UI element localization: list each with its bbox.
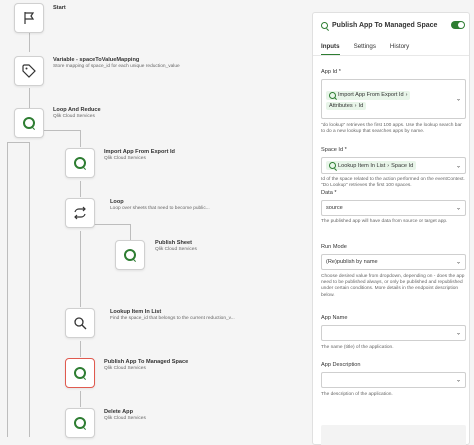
chevron-right-icon: › (354, 102, 357, 109)
chevron-down-icon[interactable]: ⌄ (456, 162, 461, 169)
delete-app-subtitle: Qlik Cloud Services (104, 416, 146, 421)
panel-title: Publish App To Managed Space (332, 22, 438, 29)
run-mode-select-value: (Re)publish by name (326, 259, 378, 265)
qlik-icon (23, 117, 35, 129)
app-name-label: App Name (321, 315, 348, 321)
tab-settings[interactable]: Settings (354, 43, 376, 55)
space-id-chip-text: Lookup Item In List (338, 162, 386, 169)
app-description-label: App Description (321, 362, 361, 368)
run-mode-select[interactable]: (Re)publish by name ⌄ (321, 254, 466, 270)
connector (80, 181, 81, 197)
data-select[interactable]: source ⌄ (321, 200, 466, 216)
variable-node[interactable] (14, 56, 44, 86)
space-id-chip: Lookup Item In List › Space Id (326, 161, 417, 170)
panel-header: Publish App To Managed Space (321, 22, 437, 29)
chevron-down-icon[interactable]: ⌄ (456, 330, 461, 337)
chevron-down-icon[interactable]: ⌄ (456, 259, 461, 266)
space-id-help: Id of the space related to the action pe… (321, 177, 465, 189)
loop-node[interactable] (65, 198, 95, 228)
loop-reduce-node[interactable] (14, 108, 44, 138)
app-name-select[interactable]: ⌄ (321, 325, 466, 341)
app-id-field[interactable]: Import App From Export Id › Attributes ›… (321, 79, 466, 119)
run-mode-help: Choose desired value from dropdown, depe… (321, 274, 465, 298)
import-app-subtitle: Qlik Cloud Services (104, 156, 146, 161)
run-mode-label: Run Mode (321, 244, 347, 250)
app-id-chip-line2: Attributes › Id (326, 101, 367, 110)
publish-sheet-subtitle: Qlik Cloud Services (155, 247, 197, 252)
qlik-icon (329, 162, 336, 169)
app-id-chip-id: Id (358, 102, 364, 109)
chevron-right-icon: › (387, 162, 390, 169)
publish-app-title: Publish App To Managed Space (104, 359, 189, 365)
publish-app-node[interactable] (65, 358, 95, 388)
connector (29, 32, 30, 52)
delete-app-title: Delete App (104, 409, 134, 415)
qlik-icon (329, 91, 336, 99)
description-section (321, 425, 466, 445)
chevron-down-icon[interactable]: ⌄ (456, 96, 461, 103)
space-id-field[interactable]: Lookup Item In List › Space Id ⌄ (321, 157, 466, 174)
connector (80, 231, 81, 307)
connector (130, 224, 131, 240)
app-description-select[interactable]: ⌄ (321, 372, 466, 388)
qlik-icon (74, 367, 86, 379)
loop-subtitle: Loop over sheets that need to become pub… (110, 206, 210, 211)
flow-canvas[interactable]: Start Variable - spaceToValueMapping Sto… (0, 0, 310, 445)
app-id-chip-attr: Attributes (329, 102, 353, 109)
space-id-label: Space Id * (321, 147, 347, 153)
connector (29, 88, 30, 108)
connector (80, 130, 81, 147)
publish-sheet-title: Publish Sheet (155, 240, 192, 246)
publish-app-subtitle: Qlik Cloud Services (104, 366, 146, 371)
search-icon (74, 317, 87, 330)
connector (80, 391, 81, 407)
start-node[interactable] (14, 3, 44, 33)
qlik-icon (74, 157, 86, 169)
delete-app-node[interactable] (65, 408, 95, 438)
import-app-node[interactable] (65, 148, 95, 178)
data-help: The published app will have data from so… (321, 219, 448, 224)
tab-divider (313, 55, 469, 56)
app-id-chip-text: Import App From Export Id (338, 92, 404, 98)
tab-inputs[interactable]: Inputs (321, 43, 340, 55)
properties-panel: Publish App To Managed Space Inputs Sett… (312, 12, 470, 445)
flag-icon (24, 12, 35, 24)
chevron-down-icon[interactable]: ⌄ (456, 377, 461, 384)
app-id-help: "do lookup" retrieves the first 100 apps… (321, 123, 462, 135)
tab-history[interactable]: History (390, 43, 409, 55)
data-label: Data * (321, 190, 337, 196)
qlik-icon (321, 22, 328, 29)
lookup-item-title: Lookup Item In List (110, 309, 162, 315)
app-name-help: The name (title) of the application. (321, 345, 394, 350)
loop-title: Loop (110, 199, 124, 205)
connector (7, 142, 29, 143)
loop-reduce-title: Loop And Reduce (53, 107, 101, 113)
loop-reduce-subtitle: Qlik Cloud Services (53, 114, 95, 119)
loop-icon (74, 206, 86, 220)
publish-sheet-node[interactable] (115, 240, 145, 270)
app-id-label: App Id * (321, 69, 341, 75)
data-select-value: source (326, 205, 343, 211)
lookup-item-subtitle: Find the space_id that belongs to the cu… (110, 316, 235, 321)
qlik-icon (74, 417, 86, 429)
start-title: Start (53, 5, 66, 11)
connector (7, 142, 8, 437)
qlik-icon (124, 249, 136, 261)
variable-title: Variable - spaceToValueMapping (53, 57, 140, 63)
app-id-chip-line1: Import App From Export Id › (326, 90, 411, 100)
connector (29, 142, 30, 437)
enable-toggle[interactable] (451, 21, 465, 29)
chevron-down-icon[interactable]: ⌄ (456, 205, 461, 212)
lookup-item-node[interactable] (65, 308, 95, 338)
app-description-help: The description of the application. (321, 392, 393, 397)
connector (80, 341, 81, 357)
chevron-right-icon: › (405, 92, 408, 98)
tag-icon (22, 64, 36, 78)
space-id-chip-field: Space Id (391, 162, 414, 169)
import-app-title: Import App From Export Id (104, 149, 175, 155)
panel-tabs: Inputs Settings History (321, 43, 409, 55)
variable-subtitle: Store mapping of space_id for each uniqu… (53, 64, 180, 69)
